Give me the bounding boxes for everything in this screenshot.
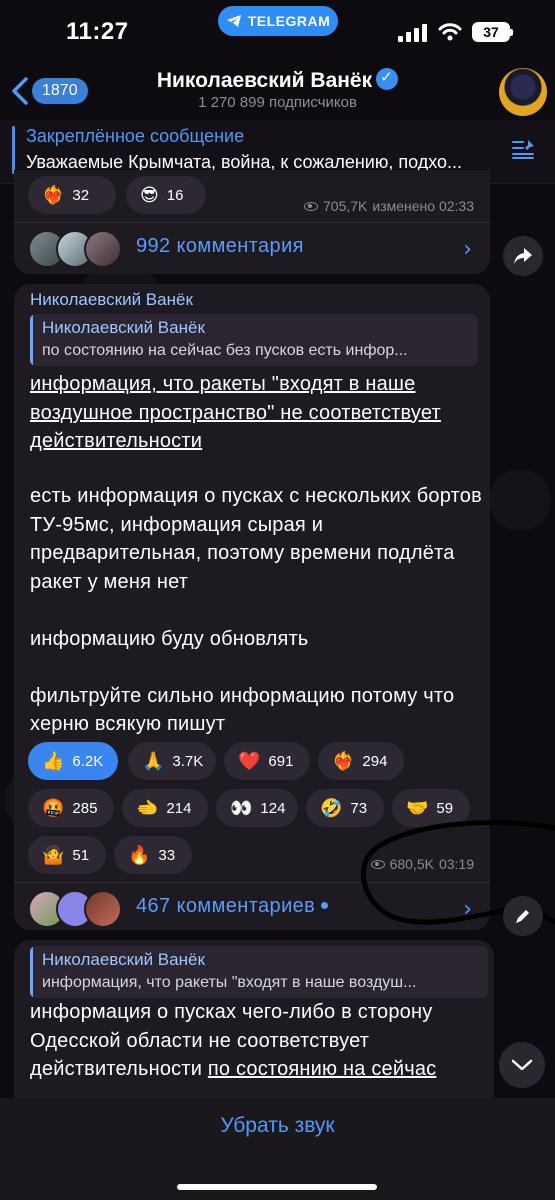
rolling-laughing-icon: 🤣 [320, 797, 343, 819]
reaction-count: 3.7K [172, 752, 204, 770]
pointing-hand-icon: 🫲 [136, 797, 159, 819]
home-indicator [177, 1184, 377, 1190]
message-author[interactable]: Николаевский Ванёк [30, 290, 193, 310]
telegram-plane-icon [226, 15, 241, 27]
pinned-indicator [12, 126, 15, 174]
commenter-avatars [28, 230, 138, 268]
unread-dot [321, 902, 329, 909]
channel-avatar[interactable] [499, 68, 547, 116]
reaction-chip[interactable]: 🙏 3.7K [128, 742, 216, 780]
person-shrugging-icon: 🤷 [42, 844, 65, 866]
reaction-count: 32 [72, 186, 90, 204]
message-bubble-3[interactable]: Николаевский Ванёк информация, что ракет… [14, 940, 494, 1120]
message-text-body: есть информация о пусках с нескольких бо… [30, 485, 482, 735]
reaction-chip[interactable]: 😎 16 [126, 176, 206, 214]
reaction-chip[interactable]: 👍 6.2K [28, 742, 118, 780]
message-text: информация о пусках чего-либо в сторону … [30, 998, 482, 1084]
eyes-icon: 👀 [230, 797, 253, 819]
status-bar: 11:27 TELEGRAM 37 [0, 0, 555, 58]
message-text-underlined: информация, что ракеты "входят в наше во… [30, 373, 441, 452]
reaction-count: 294 [362, 752, 388, 770]
mute-button[interactable]: Убрать звук [0, 1114, 555, 1138]
reaction-count: 691 [268, 752, 294, 770]
views-eye-icon [304, 201, 319, 211]
share-arrow-icon [514, 248, 532, 264]
views-count: 705,7K [323, 198, 368, 214]
avatar [84, 890, 122, 928]
reaction-chip[interactable]: 🤬 285 [28, 789, 114, 827]
verified-badge-icon [376, 68, 399, 90]
reaction-chip[interactable]: ❤️ 691 [224, 742, 310, 780]
chevron-right-icon: › [463, 237, 472, 262]
handshake-icon: 🤝 [406, 797, 429, 819]
bottom-bar: Убрать звук [0, 1098, 555, 1200]
cursing-face-icon: 🤬 [42, 797, 65, 819]
reaction-chip[interactable]: ❤️‍🔥 32 [28, 176, 116, 214]
avatar [84, 230, 122, 268]
pencil-icon [516, 910, 529, 923]
comments-count: 467 комментариев [136, 895, 329, 918]
share-button[interactable] [503, 236, 543, 276]
chevron-down-icon [511, 1059, 533, 1071]
pin-list-icon[interactable] [509, 138, 537, 160]
reaction-count: 73 [350, 799, 368, 817]
subscriber-count: 1 270 899 подписчиков [198, 94, 357, 111]
reaction-count: 6.2K [72, 752, 104, 770]
reaction-count: 59 [436, 799, 454, 817]
message-bubble-1[interactable]: ❤️‍🔥 32 😎 16 705,7K изменено 02:33 992 к… [14, 170, 490, 274]
folded-hands-icon: 🙏 [142, 750, 165, 772]
reaction-chip[interactable]: 🫲 214 [122, 789, 208, 827]
quote-author: Николаевский Ванёк [42, 950, 205, 969]
red-heart-icon: ❤️ [238, 750, 261, 772]
reaction-count: 285 [72, 799, 98, 817]
edited-label: изменено 02:33 [372, 198, 474, 214]
comments-count: 992 комментария [136, 235, 304, 257]
channel-title-text: Николаевский Ванёк [156, 69, 373, 92]
telegram-pill-label: TELEGRAM [247, 13, 331, 29]
comments-count-text: 467 комментариев [136, 895, 316, 917]
channel-title[interactable]: Николаевский Ванёк [0, 68, 555, 93]
pinned-title: Закреплённое сообщение [26, 126, 245, 146]
edit-pencil-button[interactable] [503, 896, 543, 936]
chat-header: 1870 Николаевский Ванёк 1 270 899 подпис… [0, 58, 555, 120]
reply-quote[interactable]: Николаевский Ванёк по состоянию на сейча… [30, 314, 478, 366]
reaction-chip[interactable]: 👀 124 [216, 789, 298, 827]
status-time: 11:27 [66, 18, 129, 45]
wifi-icon [438, 23, 462, 41]
fire-icon: 🔥 [128, 844, 151, 866]
commenter-avatars [28, 890, 138, 928]
comments-button[interactable]: 992 комментария › [14, 222, 490, 274]
reaction-count: 214 [166, 799, 192, 817]
reaction-count: 33 [158, 846, 176, 864]
reaction-count: 16 [166, 186, 184, 204]
sunglasses-icon: 😎 [140, 184, 159, 206]
scroll-down-button[interactable] [499, 1042, 545, 1088]
quote-text: информация, что ракеты "входят в наше во… [42, 974, 417, 991]
telegram-pill[interactable]: TELEGRAM [218, 6, 338, 36]
message-meta: 705,7K изменено 02:33 [304, 198, 474, 214]
cellular-signal-icon [398, 24, 428, 42]
heart-on-fire-icon: ❤️‍🔥 [42, 184, 65, 206]
heart-on-fire-icon: ❤️‍🔥 [332, 750, 355, 772]
quote-text: по состоянию на сейчас без пусков есть и… [42, 342, 408, 359]
reaction-count: 124 [260, 799, 286, 817]
reply-quote[interactable]: Николаевский Ванёк информация, что ракет… [30, 946, 488, 998]
message-text-underlined: по состоянию на сейчас [207, 1058, 437, 1080]
battery-indicator: 37 [472, 22, 513, 42]
reaction-chip[interactable]: 🔥 33 [114, 836, 192, 874]
thumbs-up-icon: 👍 [42, 750, 65, 772]
reaction-chip[interactable]: 🤷 51 [28, 836, 106, 874]
reaction-chip[interactable]: ❤️‍🔥 294 [318, 742, 404, 780]
reaction-count: 51 [72, 846, 90, 864]
quote-author: Николаевский Ванёк [42, 318, 205, 337]
